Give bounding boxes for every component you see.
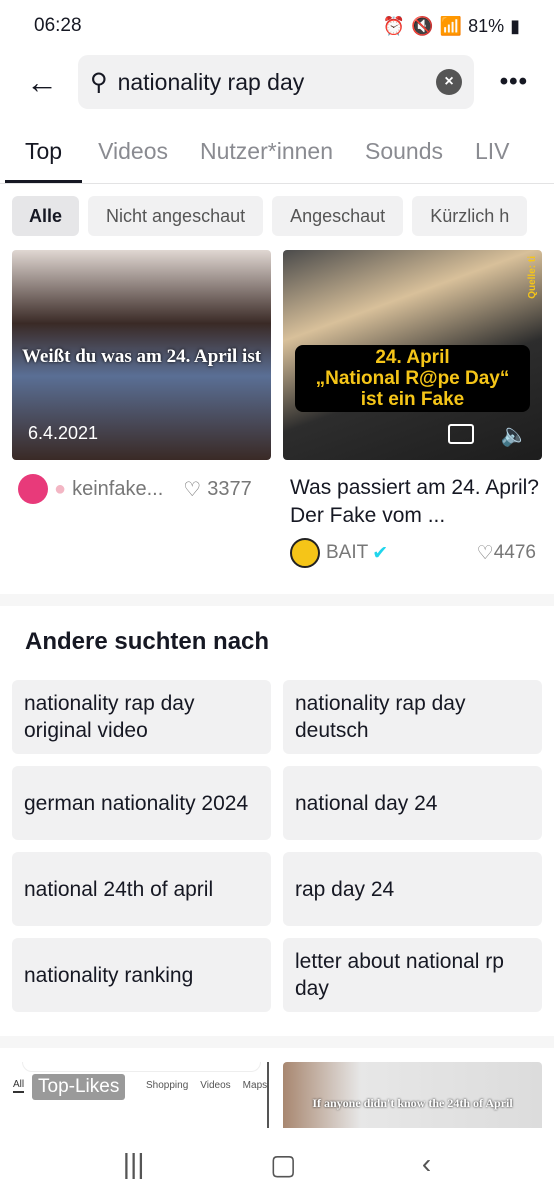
- result-tabs: Top Videos Nutzer*innen Sounds LIV: [0, 130, 554, 184]
- tab-sounds[interactable]: Sounds: [349, 130, 459, 183]
- filter-recent[interactable]: Kürzlich h: [412, 196, 528, 236]
- captions-icon[interactable]: [448, 424, 474, 444]
- brain-icon: ●: [54, 477, 67, 500]
- video-title[interactable]: Was passiert am 24. April? Der Fake vom …: [290, 474, 540, 530]
- video-meta: ● keinfake... ♡ 3377: [18, 474, 252, 504]
- author-name[interactable]: keinfake...: [72, 478, 163, 501]
- recent-apps-icon[interactable]: |||: [123, 1148, 145, 1180]
- avatar[interactable]: [290, 538, 320, 568]
- search-input[interactable]: ⚲ nationality rap day ×: [78, 55, 474, 109]
- video-meta: BAIT ✔ ♡ 4476: [290, 538, 536, 568]
- suggestion-item[interactable]: nationality rap day original video: [12, 680, 271, 754]
- screenshot-tab: All: [13, 1079, 25, 1093]
- divider: [0, 1036, 554, 1048]
- filter-chips: Alle Nicht angeschaut Angeschaut Kürzlic…: [12, 196, 528, 236]
- back-icon[interactable]: ‹: [422, 1148, 431, 1180]
- tab-videos[interactable]: Videos: [82, 130, 184, 183]
- screenshot-tab: Videos: [200, 1080, 231, 1091]
- like-count: 3377: [207, 477, 252, 500]
- top-likes-badge: Top-Likes: [32, 1074, 126, 1100]
- caption-line: „National R@pe Day“: [315, 368, 510, 389]
- suggestion-item[interactable]: german nationality 2024: [12, 766, 271, 840]
- filter-unwatched[interactable]: Nicht angeschaut: [88, 196, 264, 236]
- video-date: 6.4.2021: [28, 423, 99, 443]
- suggestion-item[interactable]: nationality rap day deutsch: [283, 680, 542, 754]
- home-icon[interactable]: ▢: [270, 1148, 296, 1181]
- clear-icon[interactable]: ×: [436, 69, 462, 95]
- battery-icon: ▮: [510, 15, 520, 36]
- like-count: 4476: [493, 542, 536, 563]
- section-title: Andere suchten nach: [25, 628, 270, 655]
- video-caption: If anyone didn't know the 24th of April: [312, 1096, 513, 1110]
- video-thumbnail[interactable]: If anyone didn't know the 24th of April: [283, 1062, 542, 1128]
- suggestion-item[interactable]: rap day 24: [283, 852, 542, 926]
- divider: [0, 594, 554, 606]
- filter-watched[interactable]: Angeschaut: [272, 196, 404, 236]
- system-nav-bar: ||| ▢ ‹: [0, 1128, 554, 1200]
- video-thumbnail[interactable]: Quelle: ti 24. April „National R@pe Day“…: [283, 250, 542, 460]
- tab-users[interactable]: Nutzer*innen: [184, 130, 349, 183]
- suggestion-item[interactable]: national 24th of april: [12, 852, 271, 926]
- screenshot-tabs: Shopping Videos Maps: [146, 1080, 267, 1091]
- caption-line: ist ein Fake: [360, 389, 465, 410]
- filter-all[interactable]: Alle: [12, 196, 80, 236]
- suggestion-item[interactable]: nationality ranking: [12, 938, 271, 1012]
- author-name[interactable]: BAIT: [326, 542, 368, 564]
- volume-icon[interactable]: 🔈: [501, 422, 528, 448]
- alarm-icon: ⏰: [382, 15, 406, 36]
- source-label: Quelle: ti: [527, 256, 538, 299]
- search-icon: ⚲: [90, 68, 108, 96]
- search-query[interactable]: nationality rap day: [118, 69, 305, 96]
- divider: [267, 1062, 269, 1128]
- verified-icon: ✔: [372, 542, 389, 564]
- status-bar: 06:28 ⏰ 🔇 📶 81% ▮: [0, 0, 554, 52]
- video-caption: 24. April „National R@pe Day“ ist ein Fa…: [295, 345, 530, 412]
- video-thumbnail[interactable]: All Top-Likes Shopping Videos Maps: [12, 1062, 271, 1128]
- screenshot-tab: Shopping: [146, 1080, 189, 1091]
- tab-top[interactable]: Top: [5, 130, 83, 183]
- mute-icon: 🔇: [411, 15, 434, 36]
- heart-icon: ♡: [476, 542, 494, 564]
- video-thumbnail[interactable]: Weißt du was am 24. April ist 6.4.2021: [12, 250, 271, 460]
- suggestion-item[interactable]: national day 24: [283, 766, 542, 840]
- related-searches: nationality rap day original video natio…: [12, 680, 542, 1012]
- wifi-icon: 📶: [439, 15, 463, 36]
- caption-line: 24. April: [375, 347, 450, 368]
- screenshot-search-bar: [22, 1062, 261, 1072]
- battery-level: 81%: [468, 15, 505, 36]
- avatar[interactable]: [18, 474, 48, 504]
- screenshot-tab: Maps: [242, 1080, 268, 1091]
- heart-icon: ♡: [183, 478, 202, 501]
- suggestion-item[interactable]: letter about national rp day: [283, 938, 542, 1012]
- back-arrow-icon[interactable]: ←: [26, 64, 62, 101]
- video-caption: Weißt du was am 24. April ist: [21, 346, 262, 367]
- more-options-icon[interactable]: •••: [500, 68, 528, 96]
- clock: 06:28: [34, 15, 82, 36]
- tab-live[interactable]: LIV: [459, 130, 526, 183]
